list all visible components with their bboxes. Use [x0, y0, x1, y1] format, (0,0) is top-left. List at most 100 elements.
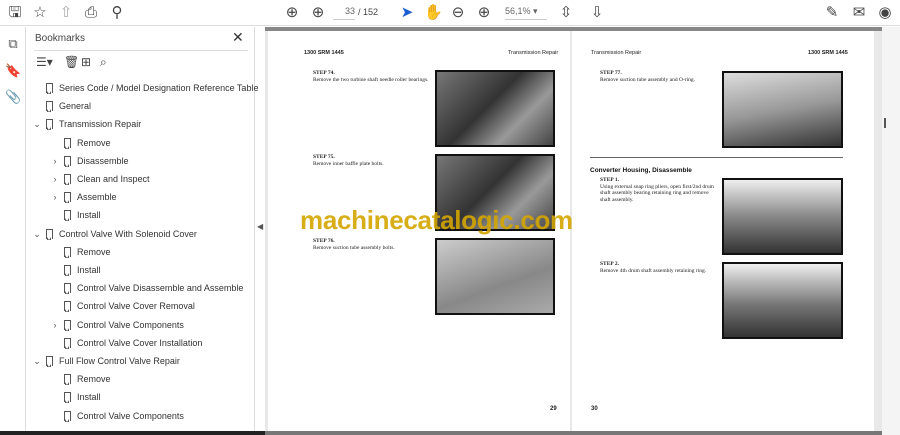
bookmark-icon [64, 374, 71, 386]
email-icon[interactable]: ✉ [850, 4, 868, 22]
close-icon[interactable]: ✕ [232, 29, 244, 46]
zoom-out-icon[interactable]: ⊖ [449, 4, 467, 22]
zoom-level-select[interactable]: 56,1% ▾ [505, 6, 547, 20]
page-total: / 152 [358, 7, 379, 17]
bookmark-label: Full Flow Control Valve Repair [59, 356, 180, 366]
bookmark-item[interactable]: Install [26, 261, 255, 279]
page-header-right: 1300 SRM 1445 [808, 50, 848, 56]
bookmark-tools: ☰▾ 🗑 ⊞ ⌕ [34, 50, 248, 74]
attachments-icon[interactable]: 📎 [5, 89, 21, 105]
chevron-right-icon[interactable]: › [50, 170, 60, 188]
bookmark-item[interactable]: ⌄ Full Flow Control Valve Repair [26, 352, 255, 370]
chevron-right-icon[interactable]: › [50, 152, 60, 170]
bookmark-icon [64, 210, 71, 222]
step-text: Remove the two turbine shaft needle roll… [313, 76, 429, 83]
bookmark-icon [46, 119, 53, 131]
bookmark-label: Control Valve Components [77, 410, 184, 421]
account-icon[interactable]: ◉ [876, 4, 894, 22]
chevron-right-icon[interactable]: › [50, 188, 60, 206]
horizontal-scrollbar[interactable] [265, 431, 882, 435]
bookmark-icon [64, 192, 71, 204]
page-header-left: 1300 SRM 1445 [304, 50, 344, 56]
photo [722, 71, 843, 148]
cloud-upload-icon[interactable]: ⇧ [57, 4, 75, 22]
bookmark-icon [64, 246, 71, 258]
page-fit-icon[interactable]: ⇳ [557, 4, 575, 22]
scrollbar-thumb[interactable] [884, 118, 886, 128]
hand-tool-icon[interactable]: ✋ [424, 4, 443, 22]
bookmark-item[interactable]: › Clean and Inspect [26, 170, 255, 188]
panel-bottom-edge [0, 431, 265, 435]
bookmark-item[interactable]: Control Valve Disassemble and Assemble [26, 279, 255, 297]
save-icon[interactable]: 🖫 [6, 4, 24, 22]
step-text: Remove suction tube assembly bolts. [313, 244, 395, 251]
bookmark-label: Remove [77, 137, 111, 148]
bookmark-item[interactable]: ⌄ Transmission Repair [26, 115, 255, 133]
chevron-down-icon[interactable]: ⌄ [32, 115, 42, 133]
bookmark-label: Install [77, 265, 101, 275]
bookmark-item[interactable]: Remove [26, 370, 255, 388]
bookmark-label: Transmission Repair [59, 119, 142, 130]
bookmark-icon [64, 337, 71, 349]
bookmark-star-icon[interactable]: ☆ [31, 4, 49, 22]
toolbar: 🖫 ☆ ⇧ ⎙ ⚲ ⊕ ⊕ 33 / 152 ➤ ✋ ⊖ ⊕ 56,1% ▾ ⇳… [0, 0, 900, 26]
page-number-input[interactable]: 33 [333, 6, 355, 20]
bookmark-icon [46, 101, 53, 113]
collapse-panel-icon[interactable]: ◀ [257, 222, 263, 231]
pages-icon[interactable]: ⧉ [5, 36, 21, 52]
photo [722, 178, 843, 255]
vertical-scrollbar[interactable] [882, 27, 900, 435]
bookmark-icon [64, 301, 71, 313]
bookmark-item[interactable]: › Control Valve Components [26, 316, 255, 334]
bookmark-label: General [59, 101, 92, 112]
bookmark-item[interactable]: Remove [26, 134, 255, 152]
find-bookmark-icon[interactable]: ⌕ [100, 55, 107, 70]
bookmark-item[interactable]: Install [26, 388, 255, 406]
section-heading: Converter Housing, Disassemble [590, 167, 692, 174]
page-header-left: Transmission Repair [591, 50, 642, 56]
search-icon[interactable]: ⚲ [108, 4, 126, 22]
bookmarks-icon[interactable]: 🔖 [5, 63, 21, 79]
step-text: Remove inner baffle plate bolts. [313, 160, 384, 167]
select-cursor-icon[interactable]: ➤ [398, 4, 416, 22]
bookmark-label: Install [77, 210, 101, 221]
zoom-value: 56,1% [505, 6, 531, 16]
bookmark-item[interactable]: General [26, 97, 255, 115]
options-menu-icon[interactable]: ☰▾ [36, 55, 53, 69]
previous-page-icon[interactable]: ⊕ [283, 4, 301, 22]
bookmark-icon [64, 392, 71, 404]
bookmark-item[interactable]: ⌄ Control Valve With Solenoid Cover [26, 225, 255, 243]
chevron-down-icon[interactable]: ⌄ [32, 225, 42, 243]
bookmark-item[interactable]: › Disassemble [26, 152, 255, 170]
bookmark-item[interactable]: Control Valve Components [26, 407, 255, 425]
new-bookmark-icon[interactable]: ⊞ [81, 55, 91, 69]
sign-icon[interactable]: ✎ [823, 4, 841, 22]
photo [722, 262, 843, 339]
step: STEP 75. Remove inner baffle plate bolts. [313, 154, 433, 167]
bookmark-icon [64, 137, 71, 149]
step-text: Using external snap ring pliers, open fi… [600, 183, 714, 203]
bookmark-icon [46, 83, 53, 94]
right-page: Transmission Repair 1300 SRM 1445 STEP 7… [572, 31, 874, 431]
bookmark-item[interactable]: Control Valve Cover Installation [26, 334, 255, 352]
print-icon[interactable]: ⎙ [82, 4, 100, 22]
bookmark-icon [46, 356, 53, 367]
delete-icon[interactable]: 🗑 [64, 55, 79, 69]
bookmark-icon [64, 319, 71, 331]
bookmark-label: Remove [77, 246, 111, 257]
next-page-icon[interactable]: ⊕ [309, 4, 327, 22]
bookmark-item[interactable]: Series Code / Model Designation Referenc… [26, 79, 258, 97]
photo [435, 70, 555, 147]
zoom-in-icon[interactable]: ⊕ [475, 4, 493, 22]
step: STEP 2. Remove 4th drum shaft assembly re… [600, 261, 720, 274]
page-header-right: Transmission Repair [508, 50, 559, 56]
bookmark-item[interactable]: Install [26, 206, 255, 224]
bookmark-item[interactable]: Remove [26, 243, 255, 261]
scroll-mode-icon[interactable]: ⇩ [588, 4, 606, 22]
bookmark-icon [64, 410, 71, 422]
page-number: 30 [591, 406, 598, 412]
chevron-right-icon[interactable]: › [50, 316, 60, 334]
chevron-down-icon[interactable]: ⌄ [32, 352, 42, 370]
bookmark-item[interactable]: › Assemble [26, 188, 255, 206]
bookmark-item[interactable]: Control Valve Cover Removal [26, 297, 255, 315]
